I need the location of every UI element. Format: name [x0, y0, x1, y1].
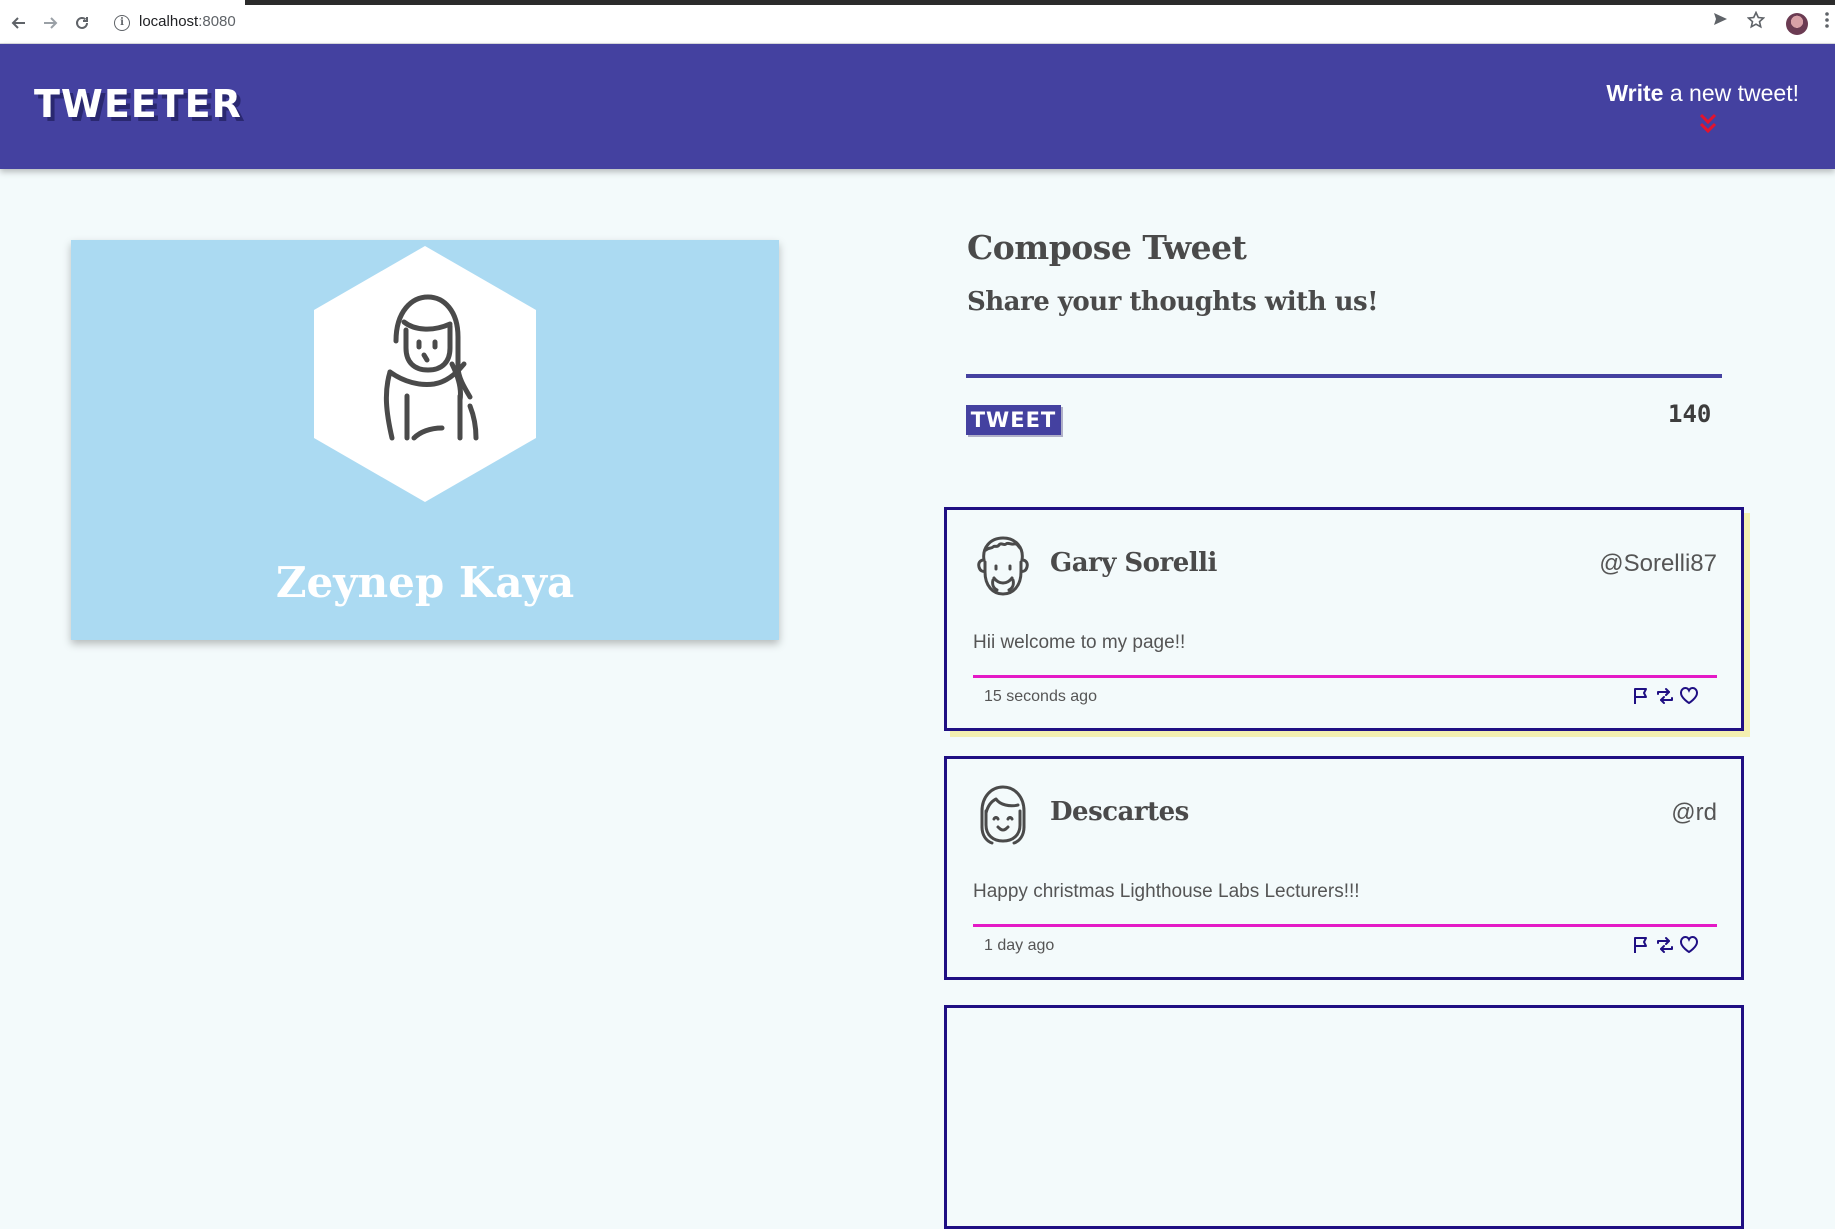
write-new-tweet-link[interactable]: Write a new tweet! [1606, 80, 1799, 107]
tweet-text: Hii welcome to my page!! [973, 632, 1186, 653]
send-icon[interactable] [1712, 11, 1728, 32]
tweet-author-handle: @rd [1671, 799, 1717, 826]
flag-icon[interactable] [1631, 686, 1651, 706]
tweet-submit-button[interactable]: TWEET [966, 405, 1061, 435]
url-port: :8080 [198, 13, 236, 30]
bookmark-star-icon[interactable] [1746, 10, 1766, 34]
site-info-icon[interactable]: i [114, 15, 130, 31]
retweet-icon[interactable] [1655, 686, 1675, 706]
tweet-card: Descartes @rd Happy christmas Lighthouse… [944, 756, 1744, 980]
tweet-author-name: Gary Sorelli [1050, 548, 1217, 578]
double-chevron-down-icon[interactable] [1698, 112, 1718, 136]
back-icon[interactable] [7, 11, 31, 35]
tweet-text-input[interactable] [966, 300, 1722, 378]
tweet-timestamp: 1 day ago [984, 937, 1055, 954]
tweet-divider [973, 675, 1717, 678]
address-bar[interactable]: localhost:8080 [139, 13, 236, 30]
active-tab-strip [245, 0, 1835, 5]
tweet-divider [973, 924, 1717, 927]
write-label-bold: Write [1606, 80, 1664, 106]
tweet-actions [1631, 686, 1699, 706]
brand-logo: TWEETER [34, 82, 242, 126]
heart-icon[interactable] [1679, 935, 1699, 955]
profile-name: Zeynep Kaya [275, 558, 575, 607]
tweet-author-name: Descartes [1050, 797, 1189, 827]
tweet-card: Gary Sorelli @Sorelli87 Hii welcome to m… [944, 507, 1744, 731]
character-counter: 140 [1668, 400, 1712, 428]
heart-icon[interactable] [1679, 686, 1699, 706]
tweet-text: Happy christmas Lighthouse Labs Lecturer… [973, 881, 1360, 902]
profile-card: Zeynep Kaya [71, 240, 779, 640]
url-host: localhost [139, 13, 199, 30]
tweet-actions [1631, 935, 1699, 955]
tweet-timestamp: 15 seconds ago [984, 688, 1097, 705]
tweet-card [944, 1005, 1744, 1229]
flag-icon[interactable] [1631, 935, 1651, 955]
write-label-rest: a new tweet! [1663, 80, 1799, 106]
browser-profile-avatar[interactable] [1786, 13, 1808, 35]
browser-toolbar: i localhost:8080 [0, 0, 1835, 44]
user-avatar-icon [980, 785, 1026, 845]
retweet-icon[interactable] [1655, 935, 1675, 955]
app-header: TWEETER Write a new tweet! [0, 44, 1835, 169]
user-avatar-icon [977, 536, 1029, 596]
reload-icon[interactable] [70, 11, 94, 35]
tweet-author-handle: @Sorelli87 [1599, 550, 1717, 577]
browser-menu-icon[interactable] [1824, 11, 1830, 34]
compose-title: Compose Tweet [967, 228, 1247, 267]
forward-icon[interactable] [38, 11, 62, 35]
profile-avatar [314, 246, 536, 502]
